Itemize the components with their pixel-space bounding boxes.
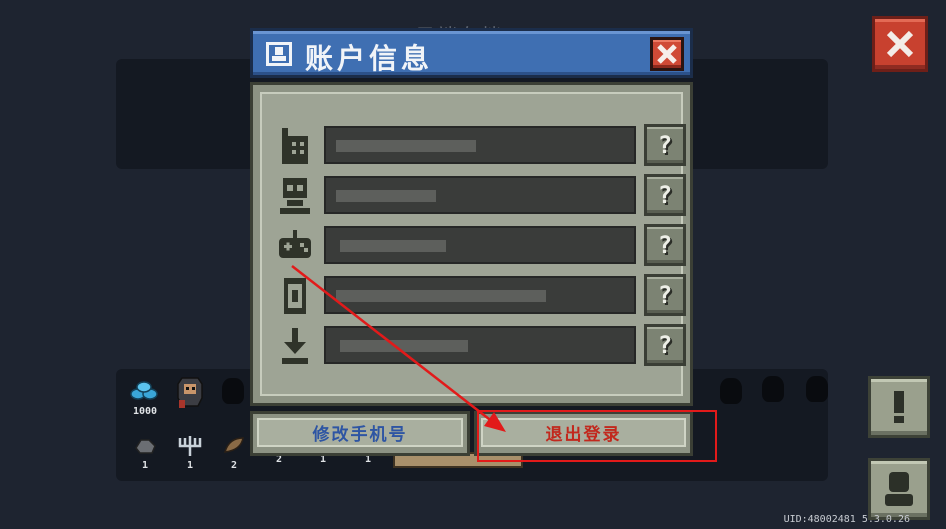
account-info-dialog: 账户信息 ? ? ? ? ? 修改手机号 退出登录 bbox=[250, 28, 693, 456]
ore-icon bbox=[135, 439, 156, 454]
help-button[interactable]: ? bbox=[644, 274, 686, 316]
help-button[interactable]: ? bbox=[644, 124, 686, 166]
account-row-gamepad: ? bbox=[278, 224, 686, 268]
phone-icon bbox=[282, 128, 308, 164]
contact-card-icon bbox=[266, 42, 292, 66]
account-value-field bbox=[324, 126, 636, 164]
help-button[interactable]: ? bbox=[644, 324, 686, 366]
gamepad-icon bbox=[279, 230, 311, 258]
change-phone-button[interactable]: 修改手机号 bbox=[257, 418, 463, 447]
account-list: ? ? ? ? ? bbox=[260, 92, 686, 396]
inventory-count: 2 bbox=[230, 460, 238, 471]
trident-icon bbox=[178, 436, 202, 456]
dialog-body: ? ? ? ? ? bbox=[250, 82, 693, 406]
account-row-skull: ? bbox=[278, 174, 686, 218]
help-button[interactable]: ? bbox=[644, 224, 686, 266]
gems-item: 1000 bbox=[130, 380, 160, 417]
tablet-icon bbox=[284, 278, 306, 314]
inventory-item: 1 bbox=[175, 434, 205, 471]
download-icon bbox=[282, 328, 308, 364]
logout-highlight-box bbox=[477, 410, 717, 462]
notice-button[interactable] bbox=[868, 376, 930, 438]
locked-character bbox=[806, 376, 828, 402]
account-value-field bbox=[324, 276, 636, 314]
character-avatar bbox=[173, 374, 207, 410]
exclamation-icon bbox=[894, 391, 904, 423]
dialog-close-button[interactable] bbox=[650, 37, 684, 71]
uid-label: UID:48002481 5.3.0.26 bbox=[783, 514, 910, 525]
skull-icon bbox=[280, 178, 310, 214]
gems-icon bbox=[130, 381, 158, 400]
help-button[interactable]: ? bbox=[644, 174, 686, 216]
gems-count: 1000 bbox=[132, 406, 158, 417]
account-button[interactable] bbox=[868, 458, 930, 520]
account-row-tablet: ? bbox=[278, 274, 686, 318]
change-phone-button-frame: 修改手机号 bbox=[250, 411, 470, 456]
profile-icon bbox=[885, 472, 913, 506]
inventory-count: 1 bbox=[186, 460, 194, 471]
locked-character bbox=[720, 378, 742, 404]
account-value-field bbox=[324, 226, 636, 264]
account-value-field bbox=[324, 326, 636, 364]
locked-character bbox=[222, 378, 244, 404]
close-icon bbox=[886, 30, 914, 58]
account-row-download: ? bbox=[278, 324, 686, 368]
dialog-header: 账户信息 bbox=[250, 28, 693, 78]
locked-character bbox=[762, 376, 784, 402]
close-icon bbox=[657, 44, 677, 64]
account-value-field bbox=[324, 176, 636, 214]
account-row-phone: ? bbox=[278, 124, 686, 168]
hooded-character-icon bbox=[177, 377, 203, 408]
inventory-item: 1 bbox=[130, 434, 160, 471]
dialog-title: 账户信息 bbox=[305, 42, 434, 75]
inventory-item: 2 bbox=[219, 434, 249, 471]
inventory-count: 1 bbox=[141, 460, 149, 471]
leaf-icon bbox=[223, 437, 244, 453]
close-button[interactable] bbox=[872, 16, 928, 72]
